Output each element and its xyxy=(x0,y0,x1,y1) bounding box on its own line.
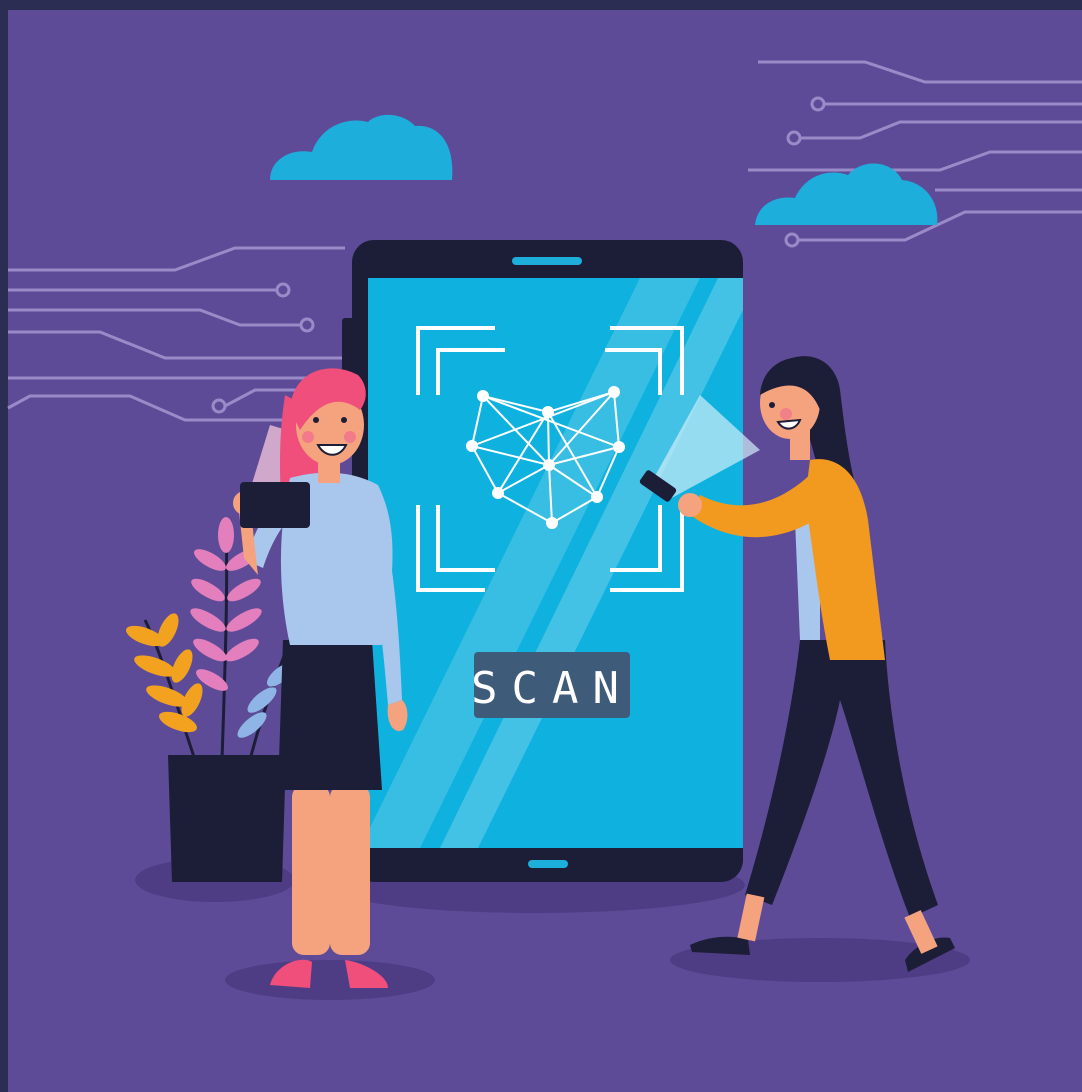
plant-pot xyxy=(168,755,286,882)
phone-speaker xyxy=(512,257,582,265)
phone-icon xyxy=(240,482,310,528)
floor-shadow xyxy=(225,960,435,1000)
phone-home-bar xyxy=(528,860,568,868)
biometric-scan-illustration: SCAN xyxy=(0,0,1082,1092)
scan-label: SCAN xyxy=(471,663,633,714)
